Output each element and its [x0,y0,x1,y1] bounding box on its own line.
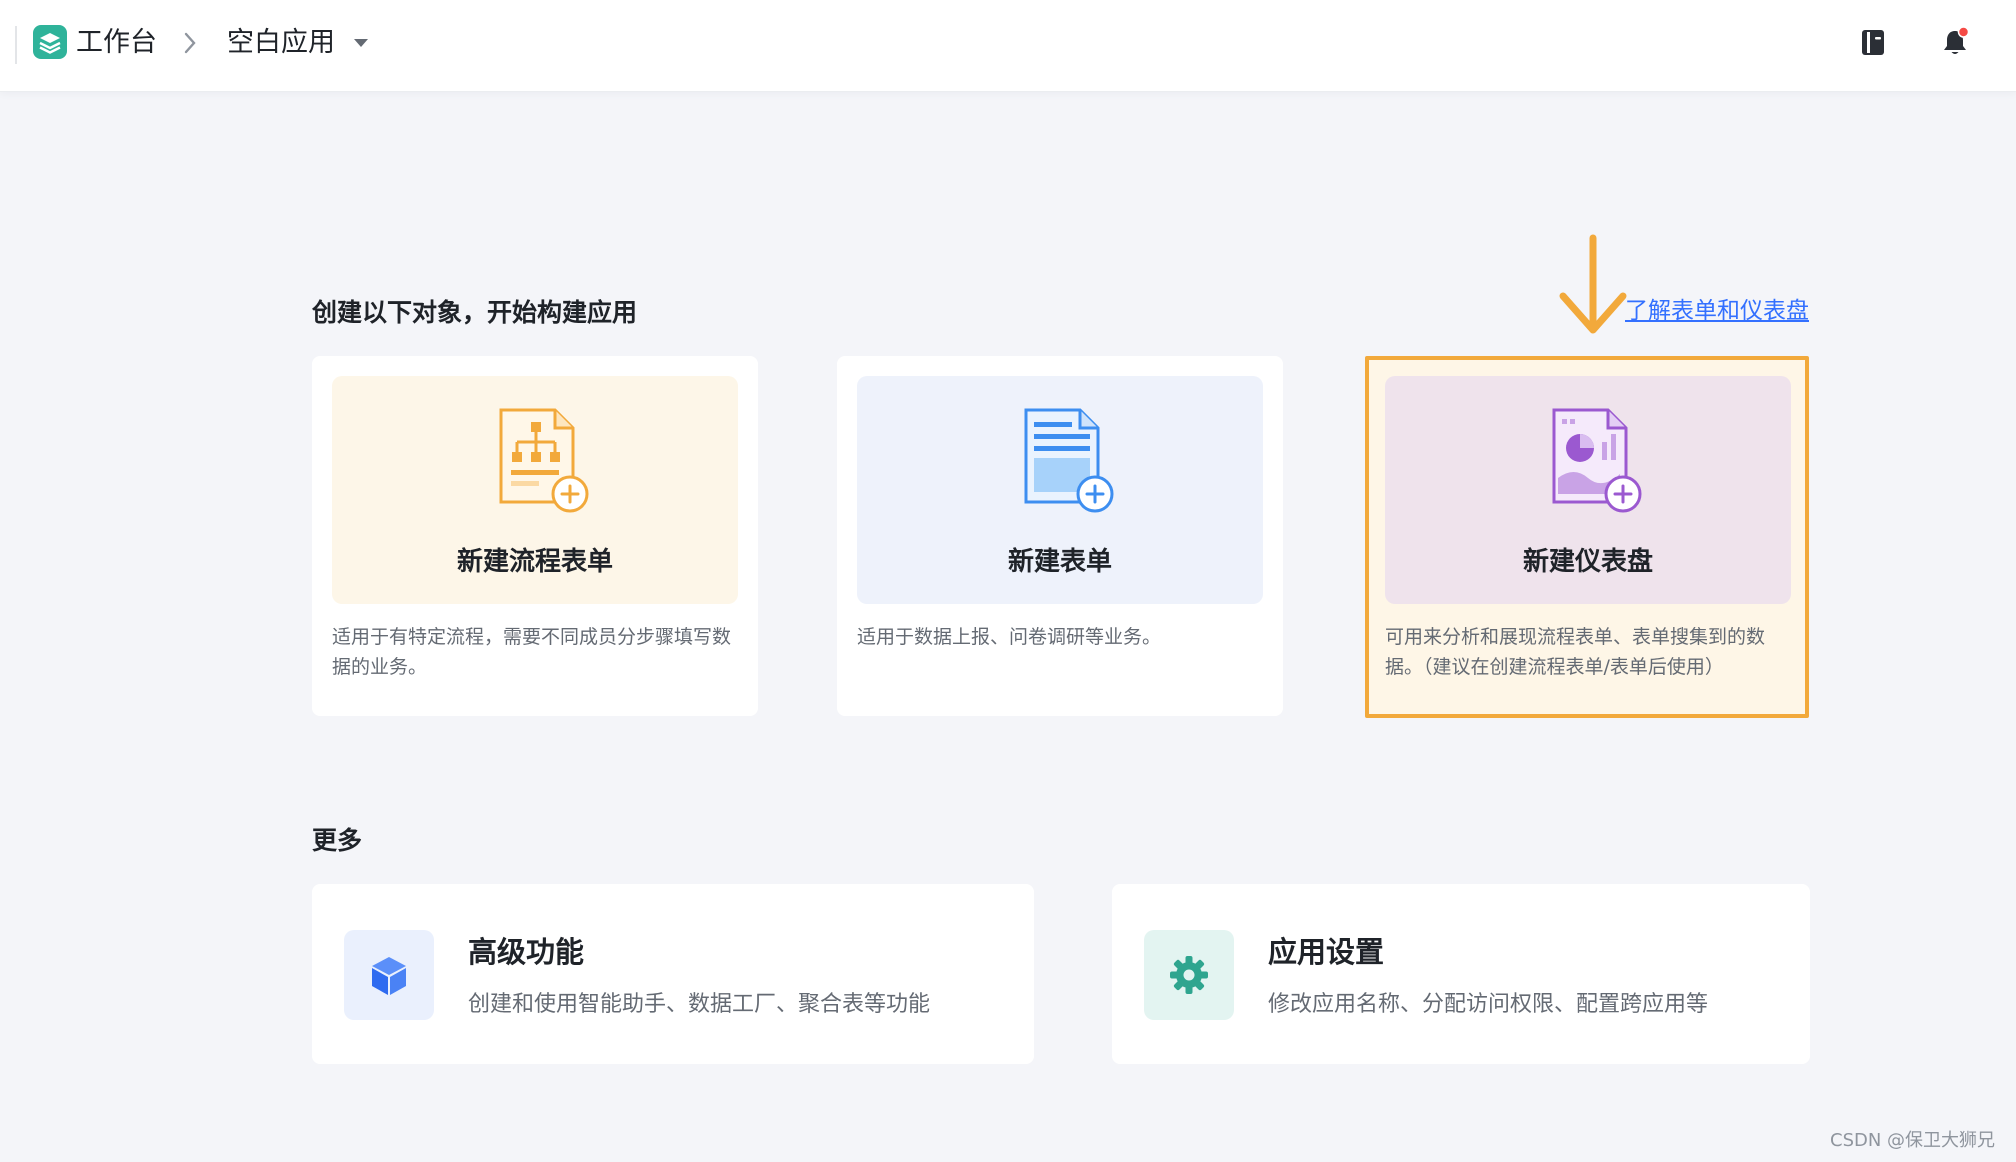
more-section-title: 更多 [312,826,363,855]
advanced-features-icon-tile [344,930,434,1020]
dashboard-tile[interactable]: 新建仪表盘 [1385,376,1791,604]
top-bar: 工作台 空白应用 [0,0,2016,92]
flow-form-label: 新建流程表单 [456,547,613,577]
form-label: 新建表单 [1007,547,1112,577]
create-dashboard-card[interactable]: 新建仪表盘 可用来分析和展现流程表单、表单搜集到的数据。（建议在创建流程表单/表… [1365,356,1809,718]
form-icon [1024,408,1114,513]
breadcrumb-current-app[interactable]: 空白应用 [227,25,335,61]
caret-down-icon[interactable] [352,37,370,49]
create-section-title: 创建以下对象，开始构建应用 [312,298,638,327]
dashboard-description: 可用来分析和展现流程表单、表单搜集到的数据。（建议在创建流程表单/表单后使用） [1385,626,1766,678]
flow-form-description: 适用于有特定流程，需要不同成员分步骤填写数据的业务。 [332,626,732,678]
left-divider [15,26,17,64]
form-tile[interactable]: 新建表单 [857,376,1263,604]
advanced-features-title: 高级功能 [468,935,585,969]
cube-icon [372,957,406,995]
advanced-features-card[interactable]: 高级功能 创建和使用智能助手、数据工厂、聚合表等功能 [312,884,1034,1064]
annotation-arrow-icon [1559,234,1627,334]
app-settings-icon-tile [1144,930,1234,1020]
app-settings-title: 应用设置 [1268,935,1385,969]
form-description: 适用于数据上报、问卷调研等业务。 [857,626,1162,648]
app-logo-icon[interactable] [33,25,67,59]
app-settings-description: 修改应用名称、分配访问权限、配置跨应用等 [1268,992,1709,1017]
dashboard-icon [1552,408,1642,513]
breadcrumb-workbench[interactable]: 工作台 [76,25,157,61]
gear-icon [1170,956,1208,994]
app-settings-card[interactable]: 应用设置 修改应用名称、分配访问权限、配置跨应用等 [1112,884,1810,1064]
flow-form-icon [499,408,589,513]
chevron-right-icon [184,32,196,54]
book-icon[interactable] [1855,24,1891,60]
advanced-features-description: 创建和使用智能助手、数据工厂、聚合表等功能 [468,992,931,1017]
watermark: CSDN @保卫大狮兄 [1830,1130,1996,1151]
create-flow-form-card[interactable]: 新建流程表单 适用于有特定流程，需要不同成员分步骤填写数据的业务。 [312,356,758,716]
dashboard-label: 新建仪表盘 [1522,547,1653,577]
learn-forms-dashboards-link[interactable]: 了解表单和仪表盘 [1625,295,1809,327]
create-form-card[interactable]: 新建表单 适用于数据上报、问卷调研等业务。 [837,356,1283,716]
bell-icon[interactable] [1937,24,1973,60]
flow-form-tile[interactable]: 新建流程表单 [332,376,738,604]
